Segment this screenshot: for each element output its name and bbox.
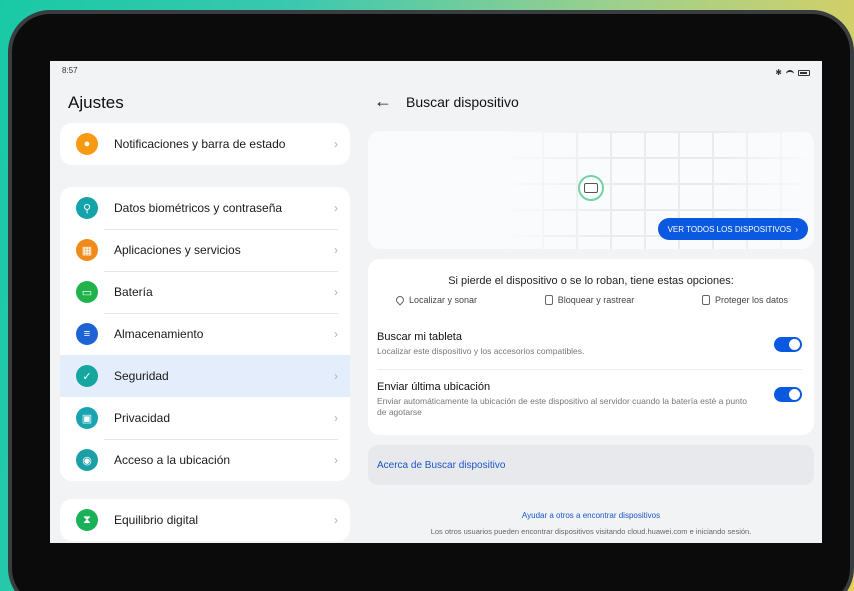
bluetooth-icon: ✱ [775,68,782,77]
options-list: Localizar y sonar Bloquear y rastrear Pr… [394,294,788,306]
panel-header: ← Buscar dispositivo [374,91,519,112]
back-arrow-icon[interactable]: ← [374,91,392,112]
sidebar-item-almacenamiento[interactable]: ≡ Almacenamiento › [60,313,350,355]
storage-icon: ≡ [76,323,98,345]
sidebar-item-label: Equilibrio digital [114,513,199,527]
view-all-devices-button[interactable]: VER TODOS LOS DISPOSITIVOS › [657,218,808,240]
sidebar-item-notificaciones[interactable]: ● Notificaciones y barra de estado › [60,123,350,165]
sidebar-item-ubicacion[interactable]: ◉ Acceso a la ubicación › [60,439,350,481]
chevron-right-icon: › [334,201,338,215]
view-all-devices-label: VER TODOS LOS DISPOSITIVOS [667,224,792,234]
page-title: Ajustes [68,93,124,112]
option-lock: Bloquear y rastrear [544,295,635,305]
option-locate: Localizar y sonar [394,294,478,306]
sidebar-item-equilibrio[interactable]: ⧗ Equilibrio digital › [60,499,350,541]
key-icon: ⚲ [76,197,98,219]
find-tablet-title: Buscar mi tableta [377,331,462,343]
about-find-device-item[interactable]: Acerca de Buscar dispositivo [368,445,814,485]
chevron-right-icon: › [334,285,338,299]
sidebar-item-bateria[interactable]: ▭ Batería › [60,271,350,313]
sidebar-item-label: Aplicaciones y servicios [114,243,241,257]
send-location-toggle[interactable] [774,387,802,402]
hourglass-icon: ⧗ [76,509,98,531]
sidebar-item-label: Datos biométricos y contraseña [114,201,283,215]
settings-list-panel: Ajustes ● Notificaciones y barra de esta… [50,79,358,543]
option-protect: Proteger los datos [701,295,788,305]
apps-icon: ▦ [76,239,98,261]
settings-group-3: ⧗ Equilibrio digital › [60,499,350,541]
find-tablet-row: Buscar mi tableta Localizar este disposi… [377,331,802,357]
shield-icon: ✓ [76,365,98,387]
panel-title: Buscar dispositivo [406,93,519,110]
help-others-link[interactable]: Ayudar a otros a encontrar dispositivos [368,511,814,520]
send-location-subtitle: Enviar automáticamente la ubicación de e… [377,396,747,417]
help-others-text: Los otros usuarios pueden encontrar disp… [430,527,752,536]
sidebar-item-privacidad[interactable]: ▣ Privacidad › [60,397,350,439]
option-label: Proteger los datos [714,295,788,305]
lock-track-icon [544,295,553,305]
chevron-right-icon: › [334,243,338,257]
tablet-icon [584,183,598,193]
find-device-panel: ← Buscar dispositivo VER TODOS LOS DISPO… [368,79,814,543]
send-location-row: Enviar última ubicación Enviar automátic… [377,381,802,418]
sidebar-item-label: Notificaciones y barra de estado [114,137,286,151]
status-time: 8:57 [62,66,78,75]
about-find-device-link[interactable]: Acerca de Buscar dispositivo [377,460,505,471]
chevron-right-icon: › [334,411,338,425]
sidebar-item-seguridad[interactable]: ✓ Seguridad › [60,355,350,397]
options-title: Si pierde el dispositivo o se lo roban, … [448,275,734,287]
sidebar-item-label: Almacenamiento [114,327,204,341]
battery-icon: ▭ [76,281,98,303]
settings-group-2: ⚲ Datos biométricos y contraseña › ▦ Apl… [60,187,350,481]
device-location-pin[interactable] [578,175,604,201]
option-label: Bloquear y rastrear [557,295,635,305]
chevron-right-icon: › [334,369,338,383]
battery-status-icon [798,69,810,76]
settings-group-1: ● Notificaciones y barra de estado › [60,123,350,165]
sidebar-item-aplicaciones[interactable]: ▦ Aplicaciones y servicios › [60,229,350,271]
status-icons: ✱ [775,66,810,79]
divider [377,369,802,370]
sidebar-item-biometricos[interactable]: ⚲ Datos biométricos y contraseña › [60,187,350,229]
bell-icon: ● [76,133,98,155]
location-pin-icon [394,294,406,306]
sidebar-item-label: Seguridad [114,369,169,383]
chevron-right-icon: › [334,513,338,527]
find-tablet-subtitle: Localizar este dispositivo y los accesor… [377,346,585,356]
chevron-right-icon: › [334,453,338,467]
option-label: Localizar y sonar [409,295,478,305]
phone-protect-icon [701,295,710,305]
tablet-screen: 8:57 ✱ Ajustes ● Notificaciones y barra … [50,61,822,543]
lock-icon: ▣ [76,407,98,429]
device-map[interactable]: VER TODOS LOS DISPOSITIVOS › [368,131,814,249]
options-card: Si pierde el dispositivo o se lo roban, … [368,259,814,435]
sidebar-item-label: Acceso a la ubicación [114,453,231,467]
send-location-title: Enviar última ubicación [377,381,491,393]
chevron-right-icon: › [795,224,798,234]
wifi-icon [786,69,794,76]
chevron-right-icon: › [334,137,338,151]
sidebar-item-label: Privacidad [114,411,171,425]
find-tablet-toggle[interactable] [774,337,802,352]
chevron-right-icon: › [334,327,338,341]
status-bar: 8:57 ✱ [50,61,822,79]
location-icon: ◉ [76,449,98,471]
sidebar-item-label: Batería [114,285,153,299]
